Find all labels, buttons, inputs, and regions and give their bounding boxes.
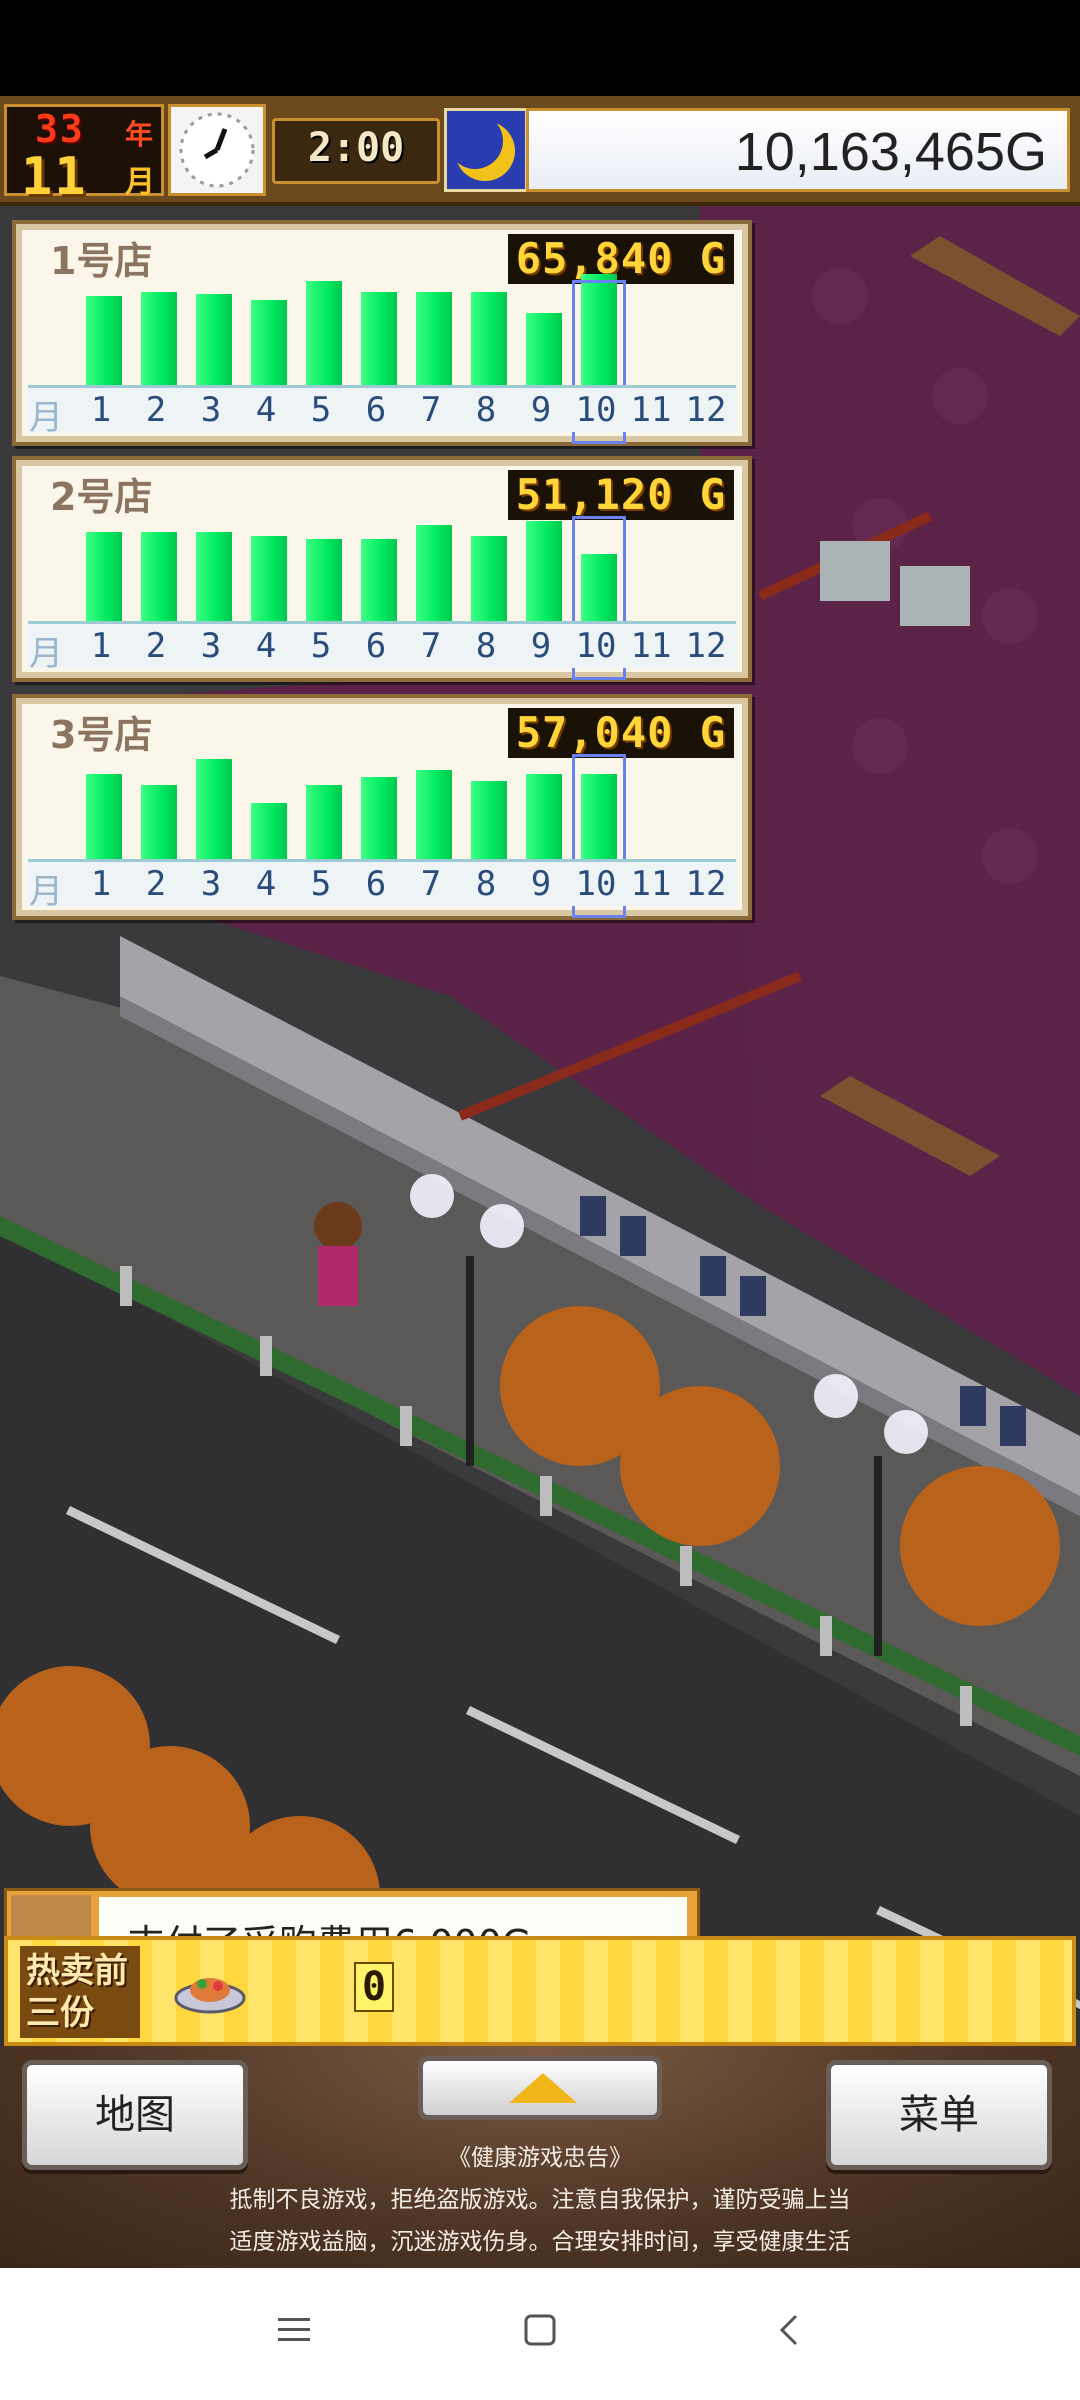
control-panel: 地图 菜单 《健康游戏忠告》 抵制不良游戏，拒绝盗版游戏。注意自我保护，谨防受骗… xyxy=(0,2046,1080,2268)
month-tick-8: 8 xyxy=(475,390,497,430)
sales-bar-month-7 xyxy=(416,292,452,400)
year-value: 33 xyxy=(35,107,85,151)
month-tick-5: 5 xyxy=(310,390,332,430)
status-bar xyxy=(0,0,1080,96)
month-tick-11: 11 xyxy=(630,390,672,430)
sales-bar-month-6 xyxy=(361,292,397,400)
time-display: 2:00 xyxy=(272,118,440,184)
month-tick-9: 9 xyxy=(530,864,552,904)
money-value: 10,163,465G xyxy=(734,122,1047,182)
sales-bar-month-2 xyxy=(141,292,177,400)
home-icon[interactable] xyxy=(520,2310,560,2350)
month-tick-1: 1 xyxy=(90,864,112,904)
month-tick-12: 12 xyxy=(685,626,727,666)
sales-bar-month-5 xyxy=(306,281,342,400)
hud-bar: 33 年 11 月 2:00 10,163,465G xyxy=(0,96,1080,207)
back-icon[interactable] xyxy=(770,2310,810,2350)
month-unit: 月 xyxy=(125,165,155,200)
month-tick-3: 3 xyxy=(200,864,222,904)
store-panel-2[interactable]: 2号店 51,120 G 月 1 2 3 4 5 6 7 8 9 10 11 12 xyxy=(12,456,752,682)
month-tick-4: 4 xyxy=(255,864,277,904)
up-arrow-icon xyxy=(509,2073,577,2103)
month-tick-6: 6 xyxy=(365,390,387,430)
moon-icon xyxy=(444,108,528,192)
month-tick-6: 6 xyxy=(365,626,387,666)
month-row: 月 1 2 3 4 5 6 7 8 9 10 11 12 xyxy=(28,385,736,438)
year-unit: 年 xyxy=(125,118,154,151)
date-display: 33 年 11 月 xyxy=(4,104,164,207)
month-tick-5: 5 xyxy=(310,626,332,666)
store-panel-1[interactable]: 1号店 65,840 G 月 1 2 3 4 5 6 7 8 9 10 11 12 xyxy=(12,220,752,446)
month-tick-6: 6 xyxy=(365,864,387,904)
month-tick-11: 11 xyxy=(630,864,672,904)
month-tick-11: 11 xyxy=(630,626,672,666)
month-tick-2: 2 xyxy=(145,390,167,430)
month-tick-9: 9 xyxy=(530,390,552,430)
month-tick-1: 1 xyxy=(90,390,112,430)
month-tick-9: 9 xyxy=(530,626,552,666)
time-value: 2:00 xyxy=(307,125,405,171)
dish-icon xyxy=(172,1962,248,2018)
money-display: 10,163,465G xyxy=(526,108,1070,192)
month-tick-7: 7 xyxy=(420,864,442,904)
health-notice-line1: 抵制不良游戏，拒绝盗版游戏。注意自我保护，谨防受骗上当 xyxy=(229,2187,851,2213)
health-notice-title: 《健康游戏忠告》 xyxy=(448,2145,632,2171)
sales-bar-month-8 xyxy=(471,292,507,400)
month-tick-3: 3 xyxy=(200,626,222,666)
expand-button[interactable] xyxy=(418,2056,662,2120)
month-tick-4: 4 xyxy=(255,626,277,666)
month-tick-8: 8 xyxy=(475,864,497,904)
month-tick-2: 2 xyxy=(145,864,167,904)
month-tick-7: 7 xyxy=(420,390,442,430)
month-tick-10: 10 xyxy=(575,626,617,666)
month-tick-2: 2 xyxy=(145,626,167,666)
month-tick-5: 5 xyxy=(310,864,332,904)
month-tick-12: 12 xyxy=(685,390,727,430)
navigation-bar xyxy=(0,2268,1080,2400)
month-axis-label: 月 xyxy=(29,398,63,438)
store-chart-2: 2号店 51,120 G 月 1 2 3 4 5 6 7 8 9 10 11 12 xyxy=(22,466,742,680)
month-row: 月 1 2 3 4 5 6 7 8 9 10 11 12 xyxy=(28,621,736,674)
month-row: 月 1 2 3 4 5 6 7 8 9 10 11 12 xyxy=(28,859,736,912)
store-chart-1: 1号店 65,840 G 月 1 2 3 4 5 6 7 8 9 10 11 12 xyxy=(22,230,742,444)
month-tick-7: 7 xyxy=(420,626,442,666)
ranking-count: 0 xyxy=(354,1962,395,2012)
health-notice-line2: 适度游戏益脑，沉迷游戏伤身。合理安排时间，享受健康生活 xyxy=(229,2229,851,2255)
ranking-bar[interactable]: 热卖前三份 0 xyxy=(4,1936,1076,2046)
sales-bar-month-9 xyxy=(526,521,562,636)
month-axis-label: 月 xyxy=(29,872,63,912)
sales-bar-month-3 xyxy=(196,759,232,874)
month-tick-1: 1 xyxy=(90,626,112,666)
month-axis-label: 月 xyxy=(29,634,63,674)
month-tick-3: 3 xyxy=(200,390,222,430)
month-tick-8: 8 xyxy=(475,626,497,666)
ranking-label: 热卖前三份 xyxy=(20,1946,140,2038)
month-tick-4: 4 xyxy=(255,390,277,430)
month-tick-10: 10 xyxy=(575,864,617,904)
month-tick-12: 12 xyxy=(685,864,727,904)
month-value: 11 xyxy=(21,147,88,207)
clock-icon xyxy=(168,104,266,196)
month-tick-10: 10 xyxy=(575,390,617,430)
store-panel-3[interactable]: 3号店 57,040 G 月 1 2 3 4 5 6 7 8 9 10 11 12 xyxy=(12,694,752,920)
menu-icon[interactable] xyxy=(274,2310,314,2350)
sales-bar-month-7 xyxy=(416,525,452,636)
store-chart-3: 3号店 57,040 G 月 1 2 3 4 5 6 7 8 9 10 11 12 xyxy=(22,704,742,918)
